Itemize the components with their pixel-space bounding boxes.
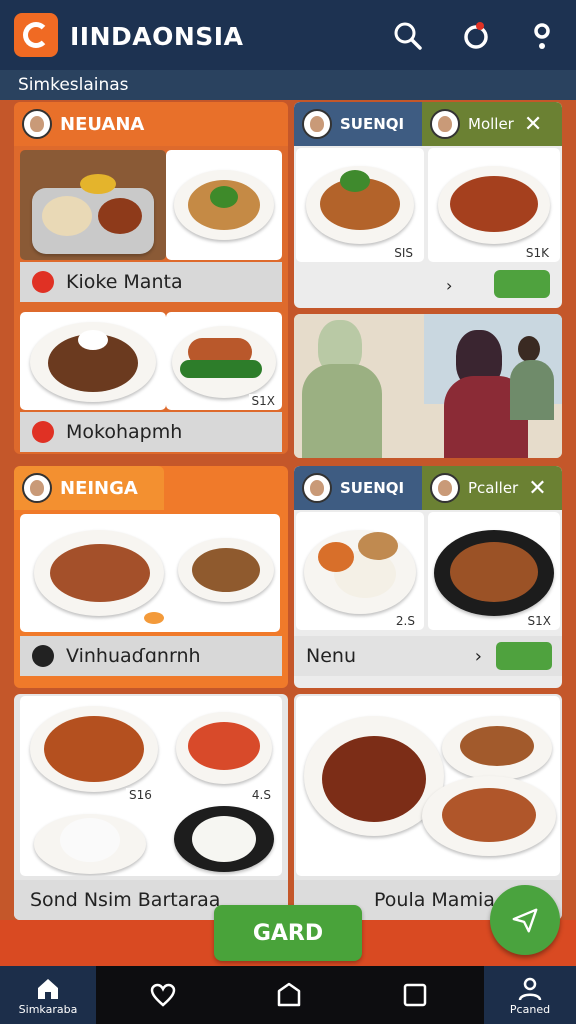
photo-diners[interactable] xyxy=(294,314,562,458)
avatar-face xyxy=(438,480,452,496)
food-photo-rice-plate[interactable]: 2.S xyxy=(296,512,424,630)
menu-item-row[interactable]: Kioke Manta xyxy=(20,262,282,302)
price-tag: S1X xyxy=(524,614,554,628)
square-icon xyxy=(403,983,427,1007)
add-button[interactable] xyxy=(496,642,552,670)
panel-title: NEINGA xyxy=(60,477,138,499)
app-title: IINDAONSIA xyxy=(70,22,244,51)
nav-square[interactable] xyxy=(367,966,463,1024)
price-tag: S1X xyxy=(248,394,278,408)
panel-header: NEUANA xyxy=(14,102,288,146)
home-icon xyxy=(38,978,58,999)
food-photo-stir-fry[interactable]: S1X xyxy=(428,512,560,630)
profile-icon[interactable] xyxy=(526,20,558,52)
record-icon[interactable] xyxy=(460,20,492,52)
add-button[interactable] xyxy=(494,270,550,298)
panel-title: Moller xyxy=(468,115,514,133)
panel-header: NEINGA xyxy=(14,466,164,510)
avatar xyxy=(430,109,460,139)
section-subheader: Simkeslainas xyxy=(0,70,576,100)
avatar xyxy=(430,473,460,503)
panel-rice-set[interactable]: S16 4.S Sond Nsim Bartaraa xyxy=(14,694,288,920)
panel-suenqi-moller[interactable]: SUENQI Moller ✕ SIS S1K › xyxy=(294,102,562,308)
food-photo-rice-set[interactable]: S16 4.S xyxy=(20,696,282,876)
nav-home-label: Simkaraba xyxy=(18,1002,78,1016)
avatar xyxy=(302,473,332,503)
avatar-face xyxy=(30,116,44,132)
chevron-right-icon[interactable]: › xyxy=(475,646,482,667)
avatar xyxy=(302,109,332,139)
nav-favorites[interactable] xyxy=(115,966,211,1024)
food-photo-grill[interactable]: SIS xyxy=(296,148,424,262)
menu-item-label: Kioke Manta xyxy=(66,271,183,293)
panel-neinga[interactable]: NEINGA Vinhuaɗɑnrnh xyxy=(14,466,288,688)
bottom-nav: Simkaraba Pcaned xyxy=(0,966,576,1024)
menu-item-icon xyxy=(32,271,54,293)
app-bar: IINDAONSIA xyxy=(0,0,576,70)
gard-button[interactable]: GARD xyxy=(214,905,362,961)
send-button[interactable] xyxy=(490,885,560,955)
panel-header-right: Pcaller ✕ xyxy=(422,466,562,510)
avatar-face xyxy=(310,116,324,132)
panel-title: SUENQI xyxy=(340,479,405,497)
menu-item-label: Vinhuaɗɑnrnh xyxy=(66,645,201,667)
panel-title: NEUANA xyxy=(60,113,145,135)
avatar xyxy=(22,109,52,139)
menu-item-icon xyxy=(32,645,54,667)
panel-header-left: SUENQI xyxy=(294,466,422,510)
panel-neuana[interactable]: NEUANA Kioke Manta S1X Mokohapmh xyxy=(14,102,288,454)
app-logo[interactable] xyxy=(14,13,58,57)
price-tag: 4.S xyxy=(248,788,274,802)
price-tag: S1K xyxy=(522,246,552,260)
avatar-face xyxy=(438,116,452,132)
nav-profile[interactable]: Pcaned xyxy=(484,966,576,1024)
nav-home[interactable]: Simkaraba xyxy=(0,966,96,1024)
avatar xyxy=(22,473,52,503)
panel-title: SUENQI xyxy=(340,115,405,133)
close-icon[interactable]: ✕ xyxy=(524,112,542,137)
panel-header-right: Moller ✕ xyxy=(422,102,562,146)
food-photo-stew[interactable]: S1K xyxy=(428,148,560,262)
menu-item-label: Mokohapmh xyxy=(66,421,183,443)
menu-item-row[interactable]: Nenu › xyxy=(294,636,562,676)
menu-item-label: Poula Mamia xyxy=(374,889,495,911)
menu-item-row[interactable]: Mokohapmh xyxy=(20,412,282,452)
food-photo-chicken[interactable] xyxy=(166,150,282,260)
price-tag: SIS xyxy=(391,246,416,260)
send-icon xyxy=(512,908,538,933)
circle-icon xyxy=(277,982,301,1007)
avatar-face xyxy=(310,480,324,496)
nav-circle[interactable] xyxy=(241,966,337,1024)
panel-title: Pcaller xyxy=(468,479,519,497)
menu-item-row[interactable]: Vinhuaɗɑnrnh xyxy=(20,636,282,676)
price-tag: S16 xyxy=(126,788,155,802)
price-tag: 2.S xyxy=(392,614,418,628)
heart-icon xyxy=(150,983,176,1007)
food-photo-grill-platter[interactable] xyxy=(296,696,560,876)
menu-item-icon xyxy=(32,421,54,443)
section-subtitle: Simkeslainas xyxy=(18,75,129,95)
close-icon[interactable]: ✕ xyxy=(528,476,546,501)
search-icon[interactable] xyxy=(392,20,424,52)
panel-header-left: SUENQI xyxy=(294,102,422,146)
menu-item-label: Sond Nsim Bartaraa xyxy=(30,889,221,911)
food-photo-curry[interactable] xyxy=(20,312,166,410)
avatar-face xyxy=(30,480,44,496)
food-photo-thali[interactable] xyxy=(20,150,166,260)
profile-icon xyxy=(518,977,542,1000)
logo-mark xyxy=(23,22,49,48)
menu-item-label: Nenu xyxy=(306,645,356,667)
nav-profile-label: Pcaned xyxy=(509,1002,551,1016)
chevron-right-icon[interactable]: › xyxy=(446,276,452,295)
panel-suenqi-pcaller[interactable]: SUENQI Pcaller ✕ 2.S S1X Nenu › xyxy=(294,466,562,688)
food-photo-sausage[interactable]: S1X xyxy=(166,312,282,410)
food-photo-ribs-noodles[interactable] xyxy=(20,514,280,632)
